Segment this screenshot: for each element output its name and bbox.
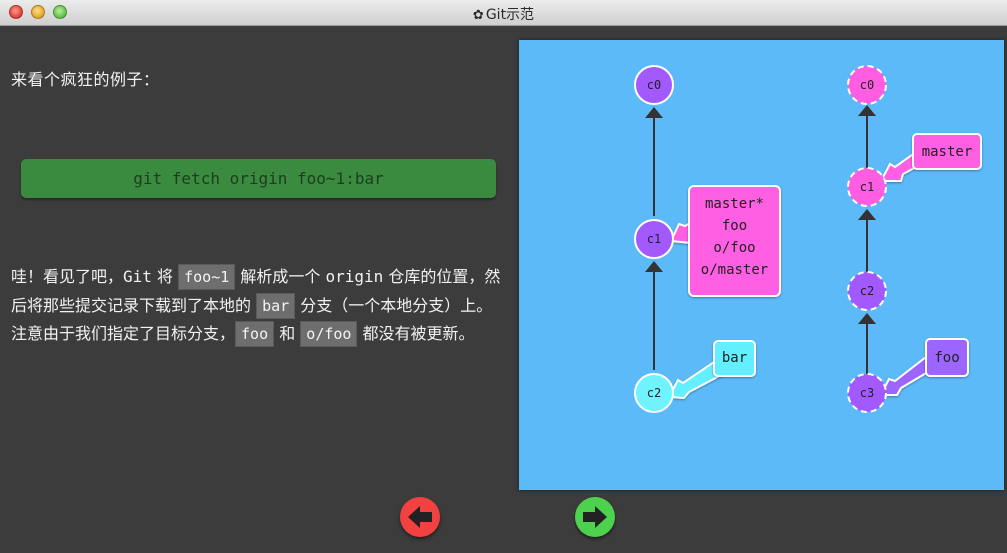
window-title: Git示范 (485, 7, 535, 23)
gear-icon: ✿ (472, 8, 484, 23)
branch-label-remote-master: master (912, 133, 982, 170)
explanation-paragraph: 哇！看见了吧，Git 将 foo~1 解析成一个 origin 仓库的位置，然后… (11, 263, 506, 349)
commit-label: c3 (860, 386, 874, 400)
commit-label: c1 (647, 232, 661, 246)
title-bar: ✿ Git示范 (0, 0, 1007, 26)
commit-label: c1 (860, 180, 874, 194)
commit-label: c0 (860, 78, 874, 92)
commit-label: c2 (647, 386, 661, 400)
arrowhead-icon (858, 105, 876, 116)
local-commit-c0: c0 (634, 65, 674, 105)
next-button[interactable] (575, 497, 615, 537)
para-text: 都没有被更新。 (357, 324, 475, 343)
remote-commit-c2: c2 (847, 271, 887, 311)
para-text: 解析成一个 (235, 267, 326, 286)
commit-label: c2 (860, 284, 874, 298)
arrowhead-icon (858, 313, 876, 324)
para-text: Git (123, 267, 152, 286)
branch-name-o-foo: o/foo (713, 240, 755, 256)
arrowhead-icon (645, 107, 663, 118)
window-title-area: ✿ Git示范 (0, 4, 1007, 24)
para-text: 哇！看见了吧， (11, 267, 124, 286)
code-o-foo: o/foo (300, 321, 358, 347)
para-text: origin (325, 267, 384, 286)
code-foo-tilde-1: foo~1 (178, 264, 236, 290)
para-text: 和 (274, 324, 301, 343)
branch-name-master: master (922, 144, 973, 160)
arrow-right-icon (583, 506, 607, 528)
local-commit-c1: c1 (634, 219, 674, 259)
previous-button[interactable] (400, 497, 440, 537)
remote-edges (858, 105, 876, 376)
branch-name-foo: foo (934, 350, 959, 366)
local-commit-c2: c2 (634, 373, 674, 413)
commit-label: c0 (647, 78, 661, 92)
branch-name-foo: foo (722, 218, 747, 234)
intro-text: 来看个疯狂的例子： (11, 70, 160, 89)
remote-commit-c0: c0 (847, 65, 887, 105)
code-bar: bar (256, 292, 296, 319)
arrowhead-icon (645, 261, 663, 272)
arrow-left-icon (408, 506, 432, 528)
remote-commit-c1: c1 (847, 167, 887, 207)
branch-label-bar: bar (713, 340, 756, 377)
branch-label-remote-foo: foo (925, 338, 969, 377)
arrowhead-icon (858, 209, 876, 220)
git-visualization: master* foo o/foo o/master bar master fo… (519, 40, 1004, 490)
branch-name-bar: bar (722, 350, 747, 366)
para-text: 将 (151, 267, 179, 286)
branch-label-local-master: master* foo o/foo o/master (688, 185, 781, 297)
command-box: git fetch origin foo~1:bar (21, 159, 496, 198)
branch-name-o-master: o/master (701, 262, 768, 278)
remote-commit-c3: c3 (847, 373, 887, 413)
code-foo: foo (235, 321, 275, 347)
branch-name-master-star: master* (705, 196, 764, 212)
